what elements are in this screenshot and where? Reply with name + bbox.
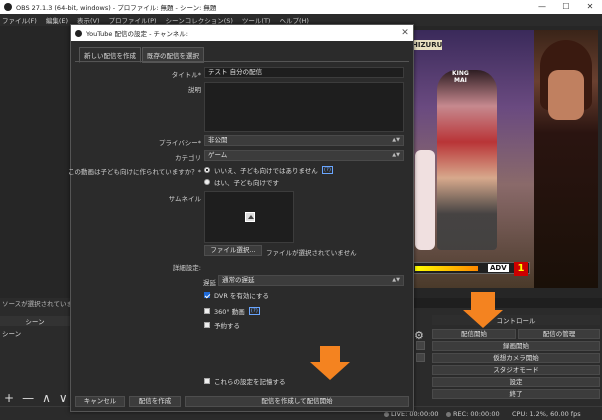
mixer-side-buttons	[416, 341, 426, 365]
description-label: 説明	[188, 86, 201, 94]
kids-question-label: この動画は子ども向けに作られていますか？*	[67, 168, 201, 176]
create-broadcast-button[interactable]: 配信を作成	[129, 396, 181, 407]
thumbnail-preview	[204, 191, 294, 243]
kids-yes-label: はい、子ども向けです	[214, 179, 279, 187]
move-up-button[interactable]: ∧	[42, 391, 51, 405]
latency-select[interactable]: 通常の遅延 ▲▼	[218, 275, 404, 286]
obs-window-title: OBS 27.1.3 (64-bit, windows) - プロファイル: 無…	[16, 4, 217, 12]
menu-file[interactable]: ファイル(F)	[2, 15, 37, 25]
category-label: カテゴリ	[175, 154, 201, 162]
radio-selected-icon	[204, 167, 210, 173]
thumbnail-label: サムネイル	[168, 195, 201, 203]
checkbox-icon	[204, 308, 210, 314]
virtual-camera-button[interactable]: 仮想カメラ開始	[432, 353, 600, 363]
obs-titlebar: OBS 27.1.3 (64-bit, windows) - プロファイル: 無…	[0, 0, 602, 14]
rec-dot-icon	[446, 411, 451, 417]
side-button[interactable]	[416, 341, 425, 350]
dvr-checkbox[interactable]: DVR を有効にする	[204, 290, 269, 300]
checkbox-checked-icon	[204, 292, 210, 298]
arrow-head	[463, 310, 503, 328]
start-recording-button[interactable]: 録画開始	[432, 341, 600, 351]
checkbox-icon	[204, 378, 210, 384]
kids-yes-radio[interactable]: はい、子ども向けです	[204, 177, 279, 187]
exit-button[interactable]: 終了	[432, 389, 600, 399]
schedule-checkbox[interactable]: 予約する	[204, 320, 240, 330]
obs-app-icon	[75, 29, 82, 37]
privacy-value: 非公開	[208, 136, 228, 144]
add-scene-button[interactable]: +	[4, 391, 14, 405]
menu-edit[interactable]: 編集(E)	[46, 15, 68, 25]
category-value: ゲーム	[208, 151, 228, 159]
portrait-face	[548, 70, 584, 120]
title-input[interactable]: テスト 自分の配信	[204, 67, 404, 78]
category-select[interactable]: ゲーム ▲▼	[204, 150, 404, 161]
close-button[interactable]: ✕	[578, 0, 602, 14]
chevron-updown-icon: ▲▼	[392, 137, 400, 143]
arrow-shaft	[320, 346, 340, 362]
adv-label: ADV	[488, 264, 509, 272]
chevron-updown-icon: ▲▼	[392, 277, 400, 283]
schedule-label: 予約する	[214, 322, 240, 330]
latency-label: 遅延	[203, 279, 216, 287]
file-select-button[interactable]: ファイル選択...	[204, 245, 262, 256]
advanced-label: 詳細設定:	[172, 264, 201, 272]
checkbox-icon	[204, 322, 210, 328]
hud-name-plate: HIZURU	[412, 40, 443, 50]
start-streaming-button[interactable]: 配信開始	[432, 329, 516, 339]
window-controls: — ☐ ✕	[530, 0, 602, 14]
image-icon	[245, 212, 255, 222]
studio-mode-button[interactable]: スタジオモード	[432, 365, 600, 375]
remember-settings-checkbox[interactable]: これらの設定を記憶する	[204, 376, 286, 386]
chevron-updown-icon: ▲▼	[392, 152, 400, 158]
privacy-select[interactable]: 非公開 ▲▼	[204, 135, 404, 146]
radio-icon	[204, 179, 210, 185]
game-preview: HIZURU KING MAI ADV 1	[412, 30, 534, 288]
cpu-status: CPU: 1.2%, 60.00 fps	[512, 410, 581, 418]
dvr-label: DVR を有効にする	[214, 292, 269, 300]
obs-app-icon	[4, 3, 12, 11]
dialog-body: タイトル* テスト 自分の配信 説明 プライバシー* 非公開 ▲▼ カテゴリ ゲー…	[68, 61, 409, 391]
power-bar-fill	[415, 266, 478, 271]
youtube-stream-settings-dialog: YouTube 配信の設定 - チャンネル: ✕ 新しい配信を作成 既存の配信を…	[68, 24, 414, 412]
minimize-button[interactable]: —	[530, 0, 554, 14]
maximize-button[interactable]: ☐	[554, 0, 578, 14]
power-bar	[412, 262, 530, 274]
scenes-header: シーン	[0, 316, 70, 326]
king-mai-label: KING MAI	[452, 70, 469, 84]
kids-no-radio[interactable]: いいえ、子ども向けではありません (?)	[204, 165, 334, 175]
character-portrait	[534, 30, 598, 288]
side-button[interactable]	[416, 353, 425, 362]
scene-list-item[interactable]: シーン	[2, 328, 21, 338]
title-label: タイトル*	[171, 71, 201, 79]
rec-time: REC: 00:00:00	[453, 410, 500, 418]
arrow-head	[310, 362, 350, 380]
cancel-button[interactable]: キャンセル	[75, 396, 125, 407]
move-down-button[interactable]: ∨	[59, 391, 68, 405]
settings-button[interactable]: 設定	[432, 377, 600, 387]
dialog-close-icon[interactable]: ✕	[397, 28, 413, 38]
latency-value: 通常の遅延	[222, 276, 255, 284]
help-icon[interactable]: (?)	[248, 307, 260, 315]
help-icon[interactable]: (?)	[321, 166, 334, 174]
live-dot-icon	[384, 411, 389, 417]
privacy-label: プライバシー*	[158, 139, 201, 147]
controls-title: コントロール	[432, 315, 600, 325]
no-file-label: ファイルが選択されていません	[266, 249, 357, 257]
fighter-left-figure	[415, 150, 435, 250]
video360-checkbox[interactable]: 360° 動画 (?)	[204, 306, 260, 316]
fighter-main-figure	[437, 70, 497, 250]
dialog-title: YouTube 配信の設定 - チャンネル:	[86, 30, 188, 38]
remember-settings-label: これらの設定を記憶する	[214, 378, 286, 386]
description-input[interactable]	[204, 82, 404, 132]
rec-status: REC: 00:00:00	[446, 410, 500, 418]
scene-toolbar: + — ∧ ∨	[4, 391, 68, 405]
arrow-shaft	[471, 292, 495, 310]
video360-label: 360° 動画	[214, 308, 245, 316]
remove-scene-button[interactable]: —	[22, 391, 34, 405]
dialog-titlebar: YouTube 配信の設定 - チャンネル: ✕	[71, 25, 413, 41]
adv-number: 1	[514, 262, 528, 276]
manage-broadcast-button[interactable]: 配信の管理	[518, 329, 600, 339]
kids-no-label: いいえ、子ども向けではありません	[214, 167, 318, 175]
create-and-start-broadcast-button[interactable]: 配信を作成して配信開始	[185, 396, 409, 407]
